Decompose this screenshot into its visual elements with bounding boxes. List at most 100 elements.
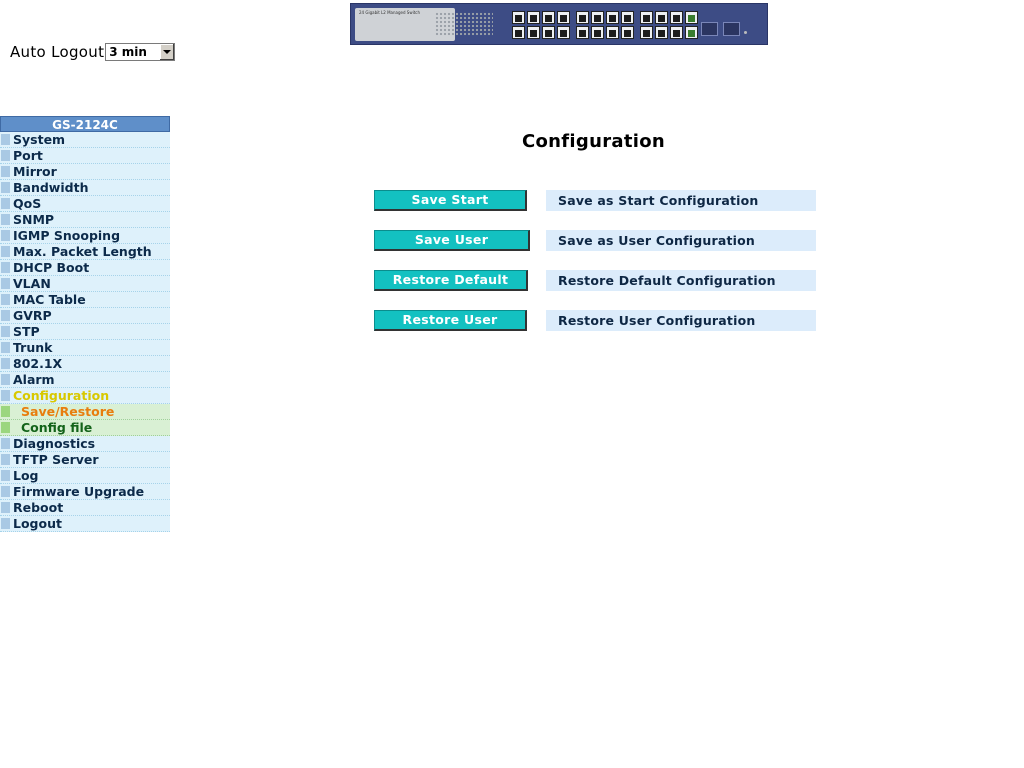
sidebar-item-dhcp-boot[interactable]: DHCP Boot	[0, 260, 170, 276]
sidebar-item-configuration[interactable]: Configuration	[0, 388, 170, 404]
menu-marker-icon	[1, 438, 10, 449]
sidebar-item-label: DHCP Boot	[13, 260, 90, 275]
sidebar-item-stp[interactable]: STP	[0, 324, 170, 340]
port	[655, 11, 668, 24]
port	[685, 11, 698, 24]
sidebar-item-label: Trunk	[13, 340, 53, 355]
sidebar-item-8021x[interactable]: 802.1X	[0, 356, 170, 372]
menu-marker-icon	[1, 294, 10, 305]
sidebar-item-vlan[interactable]: VLAN	[0, 276, 170, 292]
port	[512, 26, 525, 39]
menu-marker-icon	[1, 390, 10, 401]
sidebar-item-label: Max. Packet Length	[13, 244, 152, 259]
sidebar-item-system[interactable]: System	[0, 132, 170, 148]
port	[527, 11, 540, 24]
action-description: Restore Default Configuration	[546, 270, 816, 291]
restore-user-button[interactable]: Restore User	[374, 310, 527, 331]
port	[576, 26, 589, 39]
sidebar-item-label: IGMP Snooping	[13, 228, 121, 243]
sidebar-item-label: TFTP Server	[13, 452, 99, 467]
menu-marker-icon	[1, 310, 10, 321]
port-group-2	[575, 10, 635, 40]
port	[685, 26, 698, 39]
sidebar-item-label: Diagnostics	[13, 436, 96, 451]
sidebar-item-label: Bandwidth	[13, 180, 89, 195]
action-description: Restore User Configuration	[546, 310, 816, 331]
menu-marker-icon	[1, 470, 10, 481]
reset-button-icon	[744, 31, 747, 34]
port	[512, 11, 525, 24]
sidebar-item-label: Firmware Upgrade	[13, 484, 145, 499]
sidebar-item-label: QoS	[13, 196, 42, 211]
sidebar-item-qos[interactable]: QoS	[0, 196, 170, 212]
sidebar-item-tftp-server[interactable]: TFTP Server	[0, 452, 170, 468]
sidebar-title: GS-2124C	[0, 116, 170, 132]
sidebar-item-label: GVRP	[13, 308, 52, 323]
sidebar-item-label: Save/Restore	[21, 404, 115, 419]
menu-marker-icon	[1, 342, 10, 353]
sidebar-item-log[interactable]: Log	[0, 468, 170, 484]
menu-marker-icon	[1, 230, 10, 241]
menu-marker-icon	[1, 358, 10, 369]
port	[576, 11, 589, 24]
sidebar-item-alarm[interactable]: Alarm	[0, 372, 170, 388]
auto-logout-select[interactable]: 3 min	[105, 43, 176, 61]
chevron-down-icon[interactable]	[159, 44, 175, 60]
sidebar-item-label: Configuration	[13, 388, 110, 403]
sidebar-item-label: Log	[13, 468, 39, 483]
port	[606, 11, 619, 24]
sidebar-item-snmp[interactable]: SNMP	[0, 212, 170, 228]
save-user-button[interactable]: Save User	[374, 230, 530, 251]
menu-marker-icon	[1, 246, 10, 257]
save-start-button[interactable]: Save Start	[374, 190, 527, 211]
sidebar-item-logout[interactable]: Logout	[0, 516, 170, 532]
menu-marker-icon	[1, 182, 10, 193]
page-title: Configuration	[522, 131, 665, 152]
sidebar-item-label: STP	[13, 324, 40, 339]
menu-marker-icon	[1, 374, 10, 385]
sidebar-item-max-packet-length[interactable]: Max. Packet Length	[0, 244, 170, 260]
device-model-caption: 24 Gigabit L2 Managed Switch	[359, 10, 421, 15]
sidebar-item-mirror[interactable]: Mirror	[0, 164, 170, 180]
sidebar-item-label: Alarm	[13, 372, 55, 387]
menu-marker-icon	[1, 486, 10, 497]
sidebar-item-mac-table[interactable]: MAC Table	[0, 292, 170, 308]
sidebar-item-trunk[interactable]: Trunk	[0, 340, 170, 356]
sidebar-subitem-save-restore[interactable]: Save/Restore	[0, 404, 170, 420]
device-banner-image: 24 Gigabit L2 Managed Switch	[350, 3, 768, 45]
sidebar-item-label: System	[13, 132, 66, 147]
sidebar-item-label: Mirror	[13, 164, 57, 179]
auto-logout-selected-value: 3 min	[109, 45, 147, 59]
menu-marker-icon	[1, 406, 10, 417]
sidebar-item-label: VLAN	[13, 276, 51, 291]
sidebar-item-igmp-snooping[interactable]: IGMP Snooping	[0, 228, 170, 244]
port	[670, 11, 683, 24]
sidebar-item-port[interactable]: Port	[0, 148, 170, 164]
port	[542, 26, 555, 39]
sidebar-item-firmware-upgrade[interactable]: Firmware Upgrade	[0, 484, 170, 500]
sfp-port	[723, 22, 740, 36]
sidebar-item-gvrp[interactable]: GVRP	[0, 308, 170, 324]
port	[621, 26, 634, 39]
auto-logout-label: Auto Logout	[10, 43, 105, 61]
menu-marker-icon	[1, 198, 10, 209]
port-group-1	[511, 10, 571, 40]
sidebar-item-bandwidth[interactable]: Bandwidth	[0, 180, 170, 196]
port	[557, 11, 570, 24]
sidebar-item-reboot[interactable]: Reboot	[0, 500, 170, 516]
menu-marker-icon	[1, 166, 10, 177]
sidebar-subitem-config-file[interactable]: Config file	[0, 420, 170, 436]
port-group-3	[639, 10, 699, 40]
sidebar-item-label: MAC Table	[13, 292, 86, 307]
sidebar-item-diagnostics[interactable]: Diagnostics	[0, 436, 170, 452]
port	[621, 11, 634, 24]
port	[670, 26, 683, 39]
menu-marker-icon	[1, 134, 10, 145]
auto-logout: Auto Logout 3 min	[10, 43, 176, 61]
restore-default-button[interactable]: Restore Default	[374, 270, 528, 291]
sidebar-item-label: Reboot	[13, 500, 64, 515]
menu-marker-icon	[1, 518, 10, 529]
sidebar-item-label: Port	[13, 148, 43, 163]
sfp-port	[701, 22, 718, 36]
port	[640, 26, 653, 39]
